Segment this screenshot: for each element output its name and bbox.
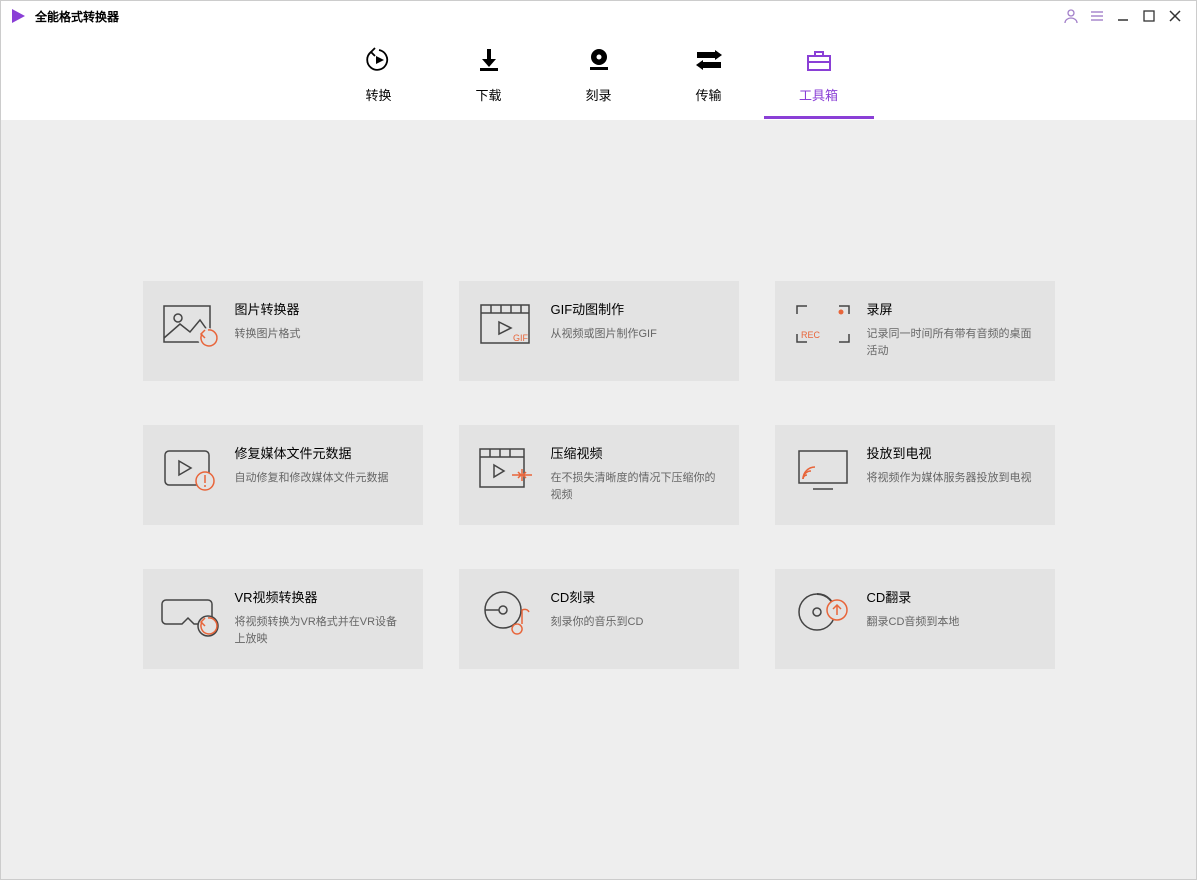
tool-desc: 将视频作为媒体服务器投放到电视	[867, 470, 1039, 487]
nav-toolbox[interactable]: 工具箱	[764, 39, 874, 119]
cast-tv-icon	[791, 443, 855, 495]
tool-desc: 翻录CD音频到本地	[867, 614, 1039, 631]
maximize-button[interactable]	[1136, 3, 1162, 29]
tool-title: 投放到电视	[867, 443, 1039, 462]
nav-label: 刻录	[585, 85, 611, 104]
tool-image-converter[interactable]: 图片转换器 转换图片格式	[143, 281, 423, 381]
fix-metadata-icon	[159, 443, 223, 495]
main-nav: 转换 下载 刻录 传输 工具箱	[1, 31, 1196, 121]
download-icon	[476, 45, 502, 75]
transfer-icon	[695, 45, 723, 75]
compress-video-icon	[475, 443, 539, 495]
tool-title: 修复媒体文件元数据	[235, 443, 407, 462]
app-title: 全能格式转换器	[35, 8, 119, 25]
content-area: 图片转换器 转换图片格式 GIF GIF动图制作 从视频或图片制作GIF REC	[1, 121, 1196, 879]
screen-record-icon: REC	[791, 299, 855, 351]
tool-desc: 在不损失清晰度的情况下压缩你的视频	[551, 470, 723, 503]
convert-icon	[365, 45, 393, 75]
nav-label: 传输	[695, 85, 721, 104]
vr-converter-icon	[159, 587, 223, 639]
menu-icon[interactable]	[1084, 3, 1110, 29]
app-window: 全能格式转换器 转换 下载	[0, 0, 1197, 880]
svg-text:REC: REC	[801, 330, 821, 340]
tool-cast-tv[interactable]: 投放到电视 将视频作为媒体服务器投放到电视	[775, 425, 1055, 525]
svg-text:GIF: GIF	[513, 333, 529, 343]
tool-title: 图片转换器	[235, 299, 407, 318]
tool-compress-video[interactable]: 压缩视频 在不损失清晰度的情况下压缩你的视频	[459, 425, 739, 525]
nav-label: 工具箱	[799, 85, 838, 104]
cd-rip-icon	[791, 587, 855, 639]
tool-vr-converter[interactable]: VR视频转换器 将视频转换为VR格式并在VR设备上放映	[143, 569, 423, 669]
tool-desc: 刻录你的音乐到CD	[551, 614, 723, 631]
tool-title: 录屏	[867, 299, 1039, 318]
image-converter-icon	[159, 299, 223, 351]
titlebar: 全能格式转换器	[1, 1, 1196, 31]
tool-grid: 图片转换器 转换图片格式 GIF GIF动图制作 从视频或图片制作GIF REC	[143, 281, 1055, 879]
nav-convert[interactable]: 转换	[324, 39, 434, 116]
tool-gif-maker[interactable]: GIF GIF动图制作 从视频或图片制作GIF	[459, 281, 739, 381]
tool-desc: 自动修复和修改媒体文件元数据	[235, 470, 407, 487]
nav-transfer[interactable]: 传输	[654, 39, 764, 116]
close-button[interactable]	[1162, 3, 1188, 29]
cd-burn-icon	[475, 587, 539, 639]
nav-burn[interactable]: 刻录	[544, 39, 654, 116]
tool-cd-burn[interactable]: CD刻录 刻录你的音乐到CD	[459, 569, 739, 669]
tool-screen-record[interactable]: REC 录屏 记录同一时间所有带有音频的桌面活动	[775, 281, 1055, 381]
nav-download[interactable]: 下载	[434, 39, 544, 116]
tool-fix-metadata[interactable]: 修复媒体文件元数据 自动修复和修改媒体文件元数据	[143, 425, 423, 525]
tool-desc: 记录同一时间所有带有音频的桌面活动	[867, 326, 1039, 359]
nav-label: 转换	[365, 85, 391, 104]
tool-cd-rip[interactable]: CD翻录 翻录CD音频到本地	[775, 569, 1055, 669]
tool-title: VR视频转换器	[235, 587, 407, 606]
tool-desc: 转换图片格式	[235, 326, 407, 343]
tool-desc: 将视频转换为VR格式并在VR设备上放映	[235, 614, 407, 647]
toolbox-icon	[805, 45, 833, 75]
account-icon[interactable]	[1058, 3, 1084, 29]
app-logo-icon	[9, 7, 27, 25]
burn-icon	[586, 45, 612, 75]
tool-title: GIF动图制作	[551, 299, 723, 318]
tool-title: CD翻录	[867, 587, 1039, 606]
minimize-button[interactable]	[1110, 3, 1136, 29]
tool-title: CD刻录	[551, 587, 723, 606]
tool-desc: 从视频或图片制作GIF	[551, 326, 723, 343]
tool-title: 压缩视频	[551, 443, 723, 462]
nav-label: 下载	[475, 85, 501, 104]
gif-maker-icon: GIF	[475, 299, 539, 351]
